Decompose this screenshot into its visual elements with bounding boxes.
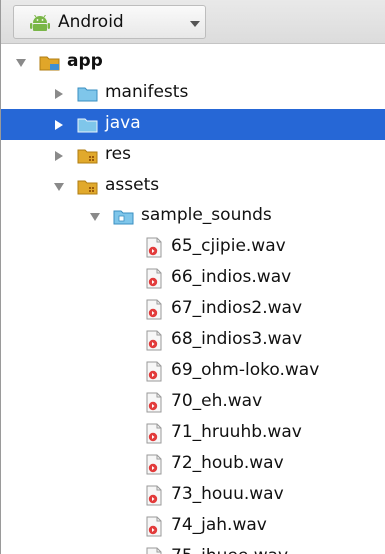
audio-file-icon [146,268,162,289]
resource-folder-icon [77,149,98,164]
tree-node-file[interactable]: 70_eh.wav [1,387,385,418]
audio-file-icon [146,485,162,506]
audio-file-icon [146,361,162,382]
tree-node-label: 69_ohm-loko.wav [171,360,320,380]
resource-folder-icon [77,180,98,195]
audio-file-icon [146,299,162,320]
collapsed-arrow-icon[interactable] [53,150,65,162]
tree-node-sample-sounds[interactable]: sample_sounds [1,201,385,232]
expanded-arrow-icon[interactable] [53,181,65,193]
android-icon [30,15,50,31]
audio-file-icon [146,330,162,351]
tree-node-file[interactable]: 73_houu.wav [1,480,385,511]
tree-node-app[interactable]: app [1,47,385,78]
tree-node-assets[interactable]: assets [1,171,385,202]
tree-node-label: assets [105,175,160,195]
tree-node-file[interactable]: 71_hruuhb.wav [1,418,385,449]
audio-file-icon [146,392,162,413]
audio-file-icon [146,516,162,537]
tree-node-label: 70_eh.wav [171,391,263,411]
collapsed-arrow-icon[interactable] [53,119,65,131]
project-panel: Android app manifests java res assets sa… [0,0,385,554]
folder-icon [77,87,98,102]
tree-node-file[interactable]: 67_indios2.wav [1,294,385,325]
audio-file-icon [146,547,162,554]
tree-node-label: 71_hruuhb.wav [171,422,302,442]
project-view-dropdown[interactable]: Android [13,5,206,39]
tree-node-label: 74_jah.wav [171,515,267,535]
tree-node-label: 67_indios2.wav [171,298,303,318]
tree-node-file[interactable]: 68_indios3.wav [1,325,385,356]
tree-node-label: java [105,113,141,133]
tree-node-label: res [105,144,131,164]
tree-node-file[interactable]: 69_ohm-loko.wav [1,356,385,387]
tree-node-file[interactable]: 66_indios.wav [1,263,385,294]
audio-file-icon [146,237,162,258]
tree-node-label: 66_indios.wav [171,267,292,287]
module-folder-icon [39,56,60,71]
tree-node-file[interactable]: 75_jhuee.wav [1,542,385,554]
tree-node-res[interactable]: res [1,140,385,171]
collapsed-arrow-icon[interactable] [53,88,65,100]
folder-icon [77,118,98,133]
expanded-arrow-icon[interactable] [15,57,27,69]
project-view-label: Android [58,12,124,32]
audio-file-icon [146,423,162,444]
tree-node-label: 75_jhuee.wav [171,546,288,554]
tree-node-label: 65_cjipie.wav [171,236,286,256]
tree-node-file[interactable]: 72_houb.wav [1,449,385,480]
project-toolbar: Android [1,0,385,44]
tree-node-manifests[interactable]: manifests [1,78,385,109]
expanded-arrow-icon[interactable] [89,211,101,223]
tree-node-label: manifests [105,82,189,102]
tree-node-label: 68_indios3.wav [171,329,303,349]
tree-node-label: 72_houb.wav [171,453,284,473]
tree-node-label: 73_houu.wav [171,484,284,504]
tree-node-file[interactable]: 74_jah.wav [1,511,385,542]
tree-node-java[interactable]: java [1,109,385,140]
chevron-down-icon [190,21,200,27]
tree-node-label: sample_sounds [141,205,272,225]
tree-node-file[interactable]: 65_cjipie.wav [1,232,385,263]
audio-file-icon [146,454,162,475]
package-folder-icon [113,210,134,225]
tree-node-label: app [67,51,103,71]
